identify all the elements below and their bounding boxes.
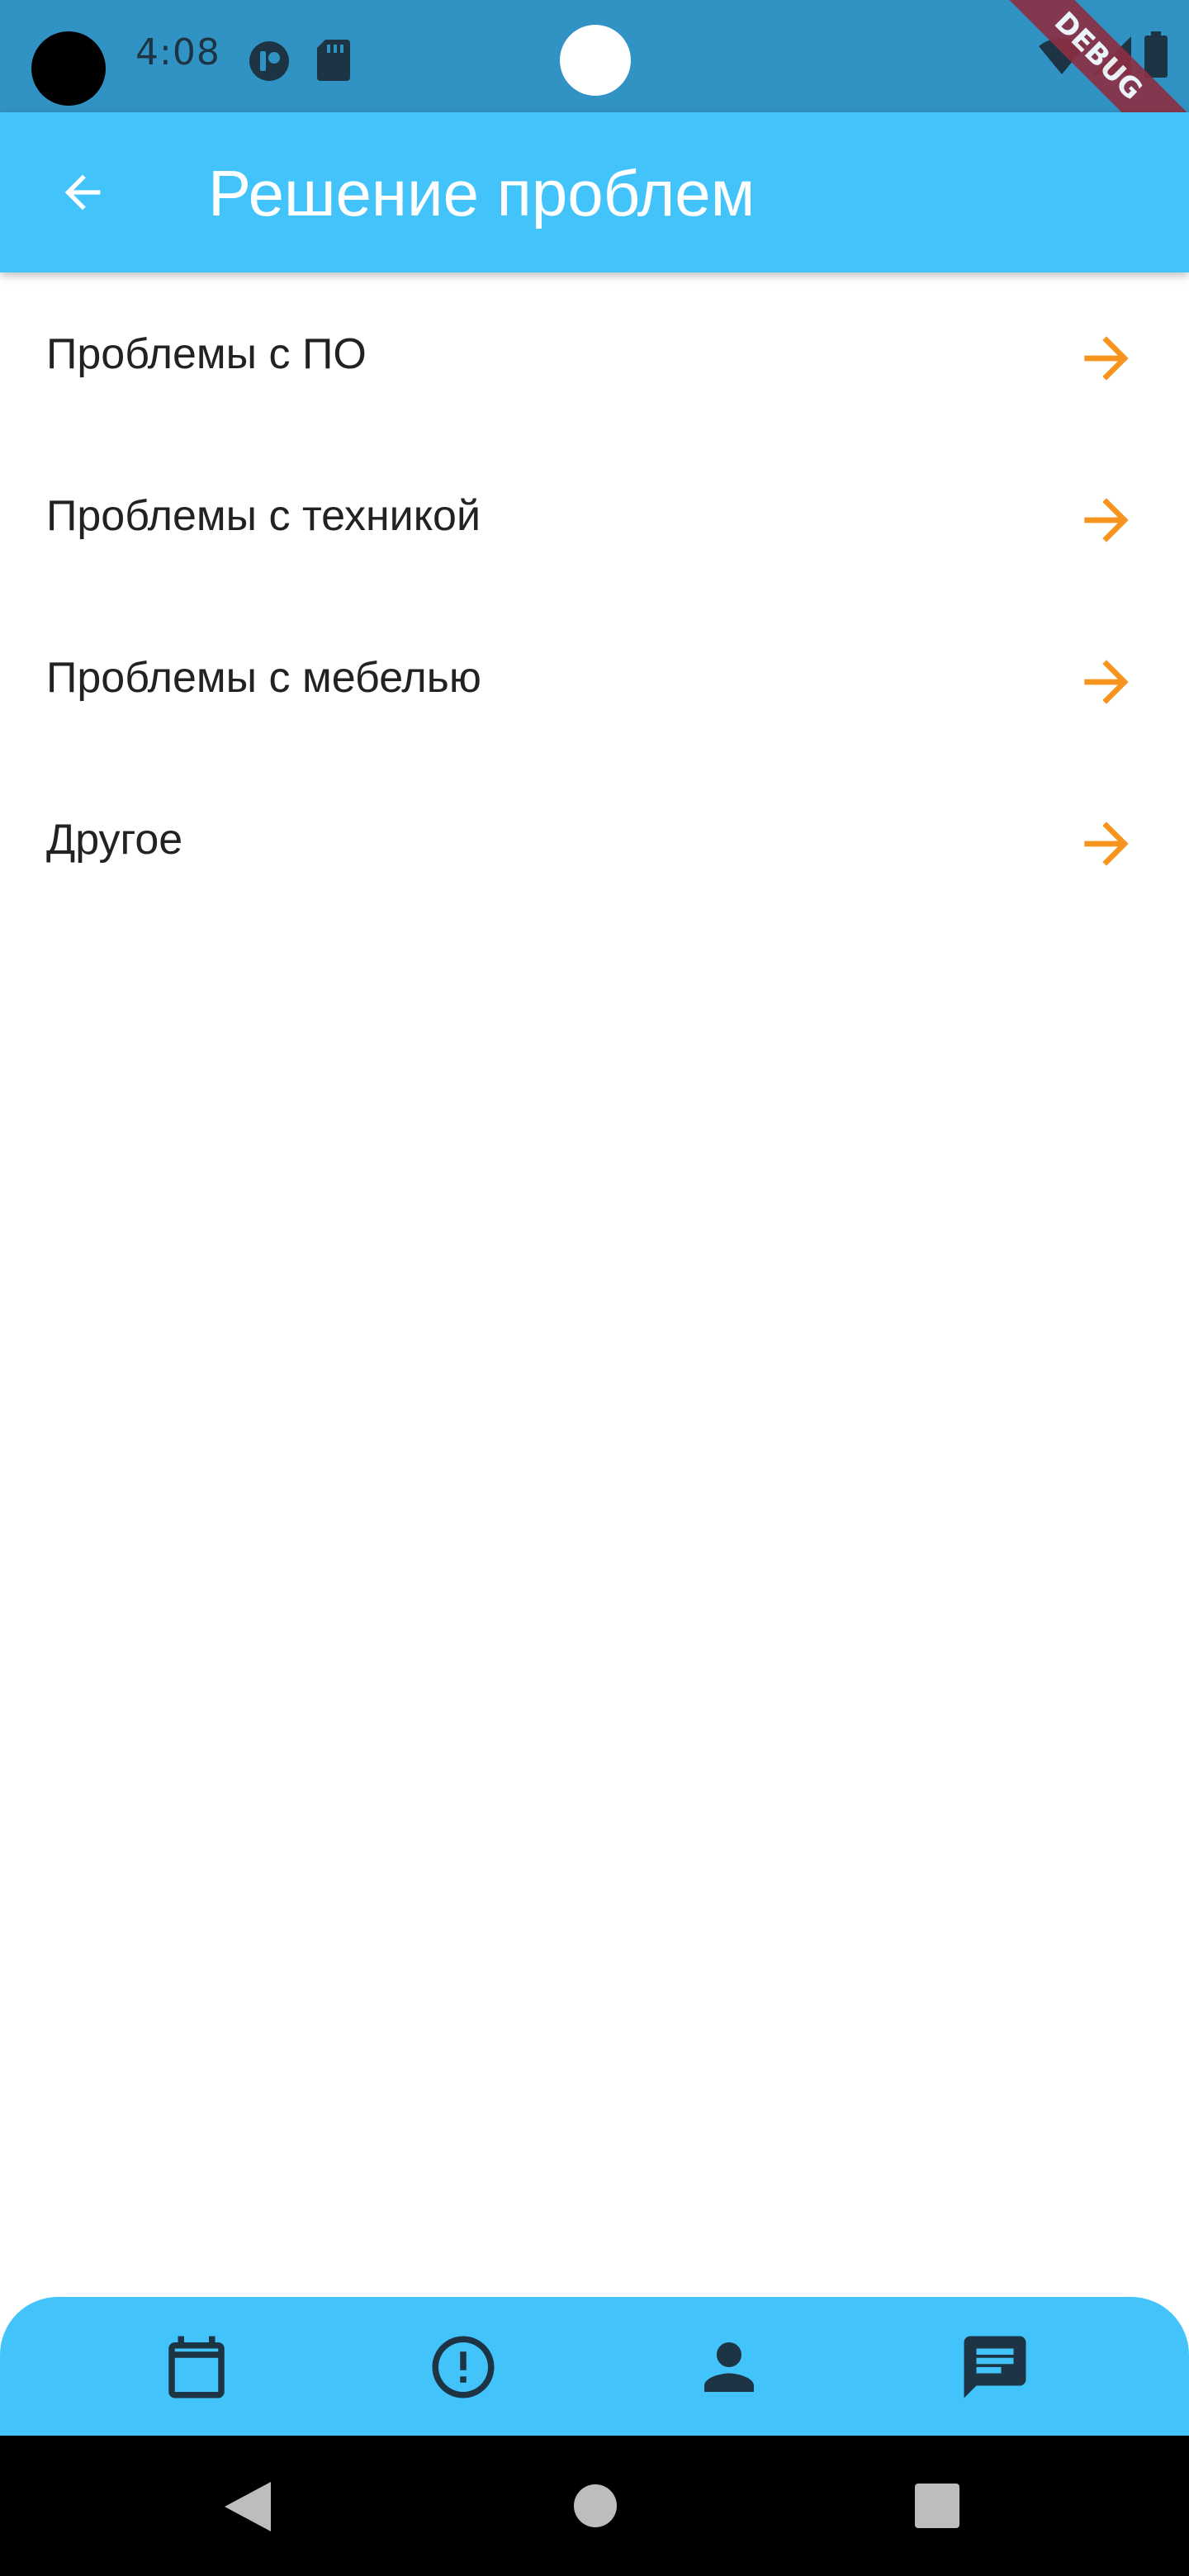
alert-circle-icon [432, 2336, 495, 2398]
chat-icon [964, 2336, 1026, 2398]
recents-square-icon[interactable] [915, 2484, 959, 2528]
back-triangle-icon[interactable] [225, 2482, 271, 2531]
bottom-nav [0, 2297, 1189, 2436]
back-button[interactable] [33, 143, 132, 242]
arrow-forward-icon [1084, 822, 1129, 866]
sd-card-icon [317, 40, 350, 81]
list-item-furniture[interactable]: Проблемы с мебелью [0, 599, 1189, 761]
nav-calendar-button[interactable] [159, 2330, 234, 2404]
status-bar: 4:08 DEBUG [0, 0, 1189, 178]
arrow-forward-icon [1084, 498, 1129, 542]
front-sensor-dot [560, 25, 631, 96]
camera-cutout [31, 31, 106, 106]
status-time: 4:08 [135, 31, 220, 73]
page-title: Решение проблем [208, 157, 756, 230]
list-item-hardware[interactable]: Проблемы с техникой [0, 438, 1189, 599]
system-nav-bar [0, 2436, 1189, 2576]
nav-chat-button[interactable] [958, 2330, 1032, 2404]
home-circle-icon[interactable] [573, 2484, 618, 2528]
problem-list: Проблемы с ПО Проблемы с техникой Пробле… [0, 276, 1189, 923]
arrow-back-icon [64, 174, 101, 211]
calendar-icon [168, 2336, 225, 2398]
nav-profile-button[interactable] [692, 2330, 766, 2404]
arrow-forward-icon [1084, 660, 1129, 704]
list-item-label: Проблемы с мебелью [46, 654, 481, 702]
nav-problems-button[interactable] [426, 2330, 500, 2404]
list-item-label: Другое [46, 816, 183, 864]
person-icon [704, 2342, 754, 2392]
list-item-other[interactable]: Другое [0, 761, 1189, 923]
list-item-label: Проблемы с техникой [46, 492, 481, 540]
battery-icon [1144, 31, 1168, 78]
list-item-software[interactable]: Проблемы с ПО [0, 276, 1189, 438]
app-notification-icon [249, 41, 289, 81]
arrow-forward-icon [1084, 336, 1129, 381]
app-bar: Решение проблем [0, 112, 1189, 272]
list-item-label: Проблемы с ПО [46, 330, 367, 378]
